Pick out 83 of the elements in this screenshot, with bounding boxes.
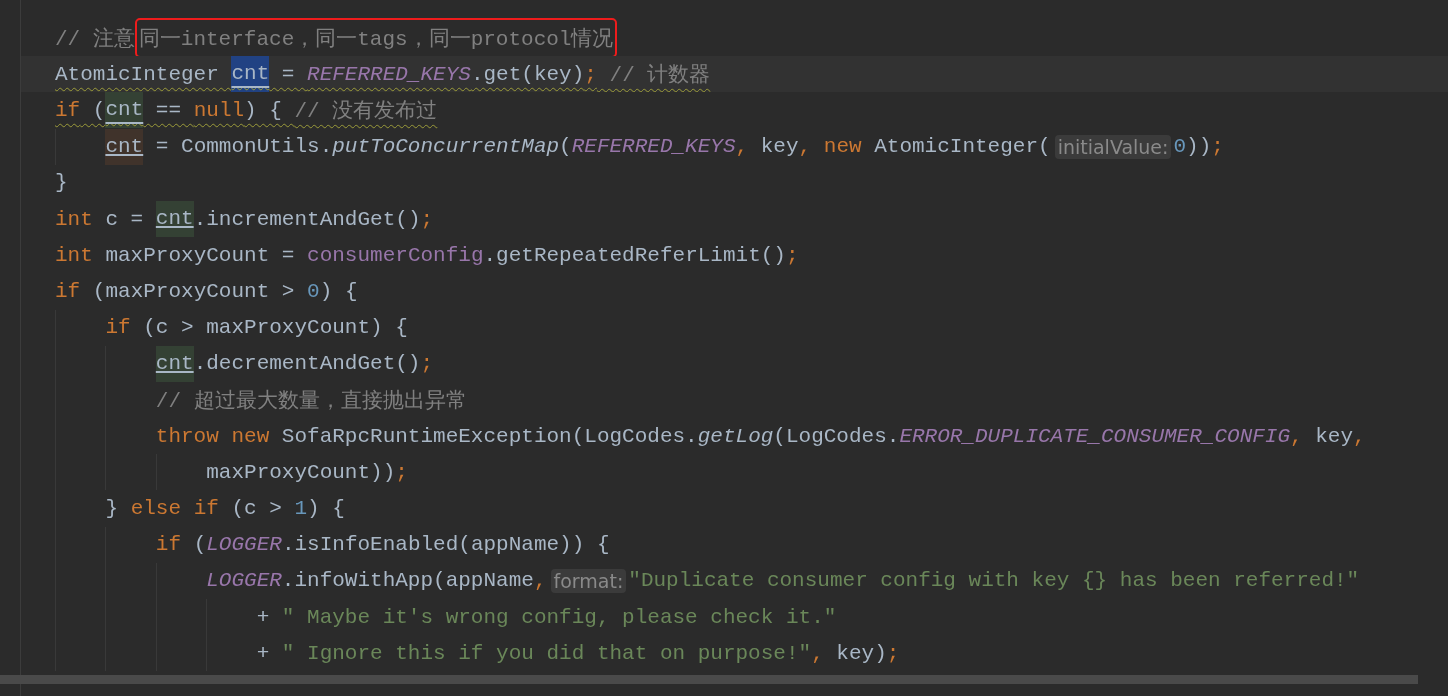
punctuation: ; — [395, 460, 408, 484]
keyword: new — [822, 135, 862, 159]
code-comment: // 没有发布过 — [294, 98, 438, 125]
highlighted-identifier: cnt — [155, 201, 194, 238]
highlighted-identifier: cnt — [231, 56, 270, 93]
punctuation: , — [735, 135, 749, 159]
code-text: AtomicInteger — [55, 62, 220, 86]
code-text: = CommonUtils. — [154, 135, 333, 159]
string-literal: "Duplicate consumer config with key {} has been referred!" — [628, 569, 1360, 593]
code-text: + — [256, 641, 271, 665]
punctuation: ; — [785, 243, 799, 267]
field-name: consumerConfig — [307, 243, 484, 267]
parameter-hint: initialValue: — [1054, 134, 1172, 159]
keyword: if — [155, 533, 182, 557]
code-text: (c > — [230, 497, 283, 521]
code-text: c = — [104, 207, 145, 231]
constant-name: REFERRED_KEYS — [307, 62, 471, 86]
keyword: if — [105, 316, 131, 340]
number-literal: 1 — [294, 497, 308, 521]
code-comment: // 超过最大数量，直接抛出异常 — [155, 388, 467, 414]
punctuation: ; — [420, 207, 434, 231]
code-text: ( — [559, 135, 572, 159]
code-text: .getRepeatedReferLimit() — [483, 243, 786, 267]
method-name: getLog — [697, 424, 774, 448]
code-text: ) { — [307, 497, 345, 521]
keyword: null — [193, 98, 245, 122]
punctuation: , — [1353, 424, 1366, 448]
number-literal: 0 — [1173, 135, 1187, 159]
code-text: maxProxyCount = — [104, 243, 296, 267]
punctuation: ; — [886, 641, 900, 665]
code-text: key — [1314, 424, 1354, 448]
code-text: SofaRpcRuntimeException(LogCodes. — [280, 424, 698, 448]
code-text: key) — [835, 641, 887, 665]
code-text: (LogCodes. — [773, 424, 900, 448]
code-text: )) — [1186, 135, 1212, 159]
code-text: .incrementAndGet() — [193, 207, 421, 231]
highlighted-identifier: cnt — [105, 92, 144, 129]
code-text: ( — [91, 98, 106, 122]
boxed-comment: 同一interface，同一tags，同一protocol情况 — [136, 20, 616, 57]
code-text: maxProxyCount)) — [206, 460, 396, 484]
code-text: } — [105, 497, 119, 521]
code-text: .decrementAndGet() — [193, 352, 421, 376]
string-literal: " Ignore this if you did that on purpose!" — [281, 641, 812, 665]
code-comment: // 注意 — [55, 26, 135, 53]
horizontal-scrollbar[interactable] — [0, 675, 1418, 684]
code-text: } — [55, 171, 68, 195]
keyword: int — [55, 207, 93, 231]
code-text: .get(key) — [470, 62, 585, 86]
punctuation: ; — [584, 62, 597, 86]
string-literal: " Maybe it's wrong config, please check it." — [281, 605, 837, 629]
constant-name: REFERRED_KEYS — [571, 135, 736, 159]
code-text: (c > maxProxyCount) { — [142, 316, 408, 340]
punctuation: , — [533, 569, 547, 593]
method-name: putToConcurrentMap — [332, 135, 560, 159]
code-text: .isInfoEnabled(appName)) { — [281, 533, 610, 557]
constant-name: LOGGER — [206, 569, 282, 593]
code-text: ) { — [244, 98, 283, 122]
punctuation: , — [1290, 424, 1303, 448]
highlighted-identifier: cnt — [105, 128, 144, 165]
code-text: .infoWithApp(appName — [281, 569, 534, 593]
code-text: key — [759, 135, 799, 159]
punctuation: ; — [420, 352, 434, 376]
highlighted-identifier: cnt — [155, 345, 194, 382]
constant-name: ERROR_DUPLICATE_CONSUMER_CONFIG — [899, 424, 1291, 448]
code-text: = — [280, 62, 296, 86]
keyword: throw new — [155, 424, 270, 448]
keyword: if — [55, 279, 81, 303]
code-comment: // 计数器 — [608, 62, 711, 89]
keyword: int — [55, 243, 93, 267]
parameter-hint: format: — [550, 568, 627, 593]
code-text: + — [256, 605, 271, 629]
code-text: AtomicInteger( — [873, 135, 1051, 159]
constant-name: LOGGER — [206, 533, 282, 557]
code-text: ) { — [319, 279, 358, 303]
keyword: else if — [130, 497, 219, 521]
punctuation: ; — [1211, 135, 1224, 159]
number-literal: 0 — [307, 279, 320, 303]
punctuation: , — [811, 641, 824, 665]
code-text: (maxProxyCount > — [91, 279, 296, 303]
code-text: ( — [192, 533, 207, 557]
code-text: == — [154, 98, 183, 122]
punctuation: , — [798, 135, 812, 159]
keyword: if — [55, 98, 81, 122]
